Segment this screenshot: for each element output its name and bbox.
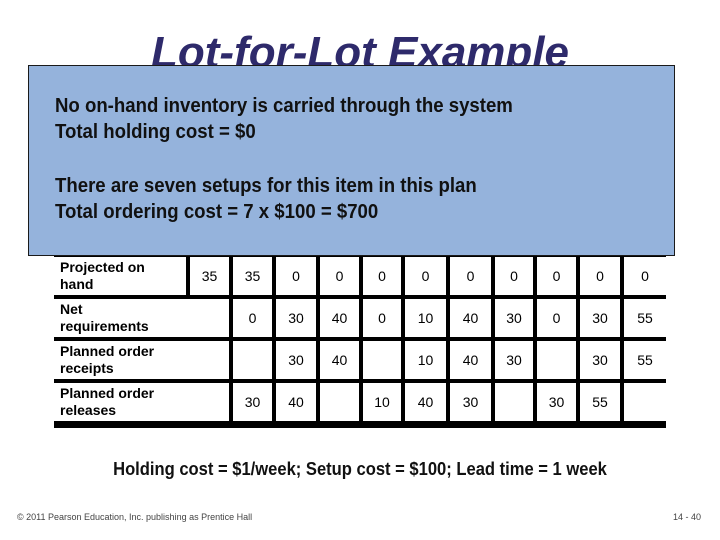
cell: 10: [401, 295, 450, 341]
cell: 0: [491, 253, 537, 299]
cell: 30: [272, 295, 320, 341]
past-due-cell: 35: [186, 253, 233, 299]
cell: 30: [491, 295, 537, 341]
cell: 30: [272, 337, 320, 383]
cell: 0: [576, 253, 624, 299]
cell: 0: [533, 295, 580, 341]
cell: 0: [401, 253, 450, 299]
cell: 10: [359, 379, 405, 428]
cell: 30: [533, 379, 580, 428]
cell: 35: [229, 253, 276, 299]
cell: [620, 379, 666, 428]
cell: 0: [359, 253, 405, 299]
callout-line-inventory: No on-hand inventory is carried through …: [55, 95, 513, 117]
cell: 40: [316, 337, 363, 383]
cell: 0: [359, 295, 405, 341]
cell: 0: [229, 295, 276, 341]
cell: [316, 379, 363, 428]
cell: 30: [576, 337, 624, 383]
slide-number: 14 - 40: [672, 512, 701, 522]
cell: 55: [576, 379, 624, 428]
cell: 30: [229, 379, 276, 428]
cell: 30: [576, 295, 624, 341]
copyright-text: © 2011 Pearson Education, Inc. publishin…: [17, 512, 253, 522]
callout-line-holding-cost: Total holding cost = $0: [55, 121, 256, 143]
callout-box: No on-hand inventory is carried through …: [28, 65, 675, 256]
cell: 40: [316, 295, 363, 341]
cell: 0: [316, 253, 363, 299]
table-row-planned-order-releases: Planned order releases 30 40 10 40 30 30 …: [54, 379, 666, 428]
row-label: Net requirements: [54, 295, 233, 341]
table-row-planned-order-receipts: Planned order receipts 30 40 10 40 30 30 …: [54, 337, 666, 383]
cell: 0: [446, 253, 495, 299]
cell: [533, 337, 580, 383]
cell: 40: [401, 379, 450, 428]
cell: 55: [620, 337, 666, 383]
cell: [359, 337, 405, 383]
cell: 0: [272, 253, 320, 299]
cell: 40: [446, 337, 495, 383]
table-row-net-requirements: Net requirements 0 30 40 0 10 40 30 0 30 …: [54, 295, 666, 341]
cell: 55: [620, 295, 666, 341]
cell: 0: [620, 253, 666, 299]
cell: [229, 337, 276, 383]
row-label: Planned order receipts: [54, 337, 233, 383]
callout-line-ordering-cost: Total ordering cost = 7 x $100 = $700: [55, 201, 379, 223]
row-label: Projected on hand: [54, 253, 190, 299]
cost-footnote: Holding cost = $1/week; Setup cost = $10…: [113, 459, 607, 479]
cell: [491, 379, 537, 428]
cell: 10: [401, 337, 450, 383]
row-label: Planned order releases: [54, 379, 233, 428]
cell: 40: [446, 295, 495, 341]
cell: 40: [272, 379, 320, 428]
cell: 0: [533, 253, 580, 299]
cell: 30: [491, 337, 537, 383]
callout-line-setups: There are seven setups for this item in …: [55, 175, 477, 197]
table-row-projected-on-hand: Projected on hand 35 35 0 0 0 0 0 0 0 0 0: [54, 253, 666, 299]
cell: 30: [446, 379, 495, 428]
